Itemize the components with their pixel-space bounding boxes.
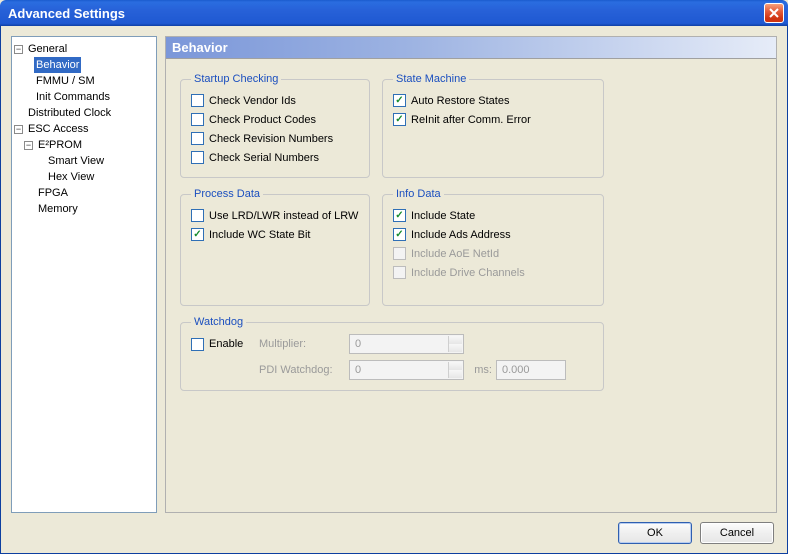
collapse-icon[interactable]: − [24,141,33,150]
chk-watchdog-enable[interactable]: Enable [191,335,259,354]
group-process-legend: Process Data [191,188,263,200]
group-watchdog-legend: Watchdog [191,316,246,328]
checkbox-icon [191,151,204,164]
group-watchdog: Watchdog Enable Multiplier: 0 PDI Watchd… [180,316,604,391]
tree-item-hexview[interactable]: Hex View [14,169,154,185]
chk-include-aoe: Include AoE NetId [393,244,593,263]
checkbox-icon: ✓ [393,209,406,222]
checkbox-icon [191,113,204,126]
input-ms: 0.000 [496,360,566,380]
content-panel: Behavior Startup Checking Check Vendor I… [165,36,777,513]
panel-title: Behavior [166,37,776,59]
ok-button[interactable]: OK [618,522,692,544]
close-icon [769,8,779,18]
cancel-button[interactable]: Cancel [700,522,774,544]
tree-item-behavior[interactable]: Behavior [14,57,154,73]
chk-product[interactable]: Check Product Codes [191,110,359,129]
chk-serial[interactable]: Check Serial Numbers [191,148,359,167]
group-startup-legend: Startup Checking [191,73,281,85]
tree-item-fpga[interactable]: FPGA [14,185,154,201]
group-state: State Machine ✓Auto Restore States ✓ReIn… [382,73,604,178]
tree-item-smartview[interactable]: Smart View [14,153,154,169]
collapse-icon[interactable]: − [14,45,23,54]
checkbox-icon [191,338,204,351]
checkbox-icon [191,94,204,107]
tree-item-eeprom[interactable]: −E²PROM [14,137,154,153]
chk-wc[interactable]: ✓Include WC State Bit [191,225,359,244]
window-title: Advanced Settings [8,6,125,21]
chk-lrd[interactable]: Use LRD/LWR instead of LRW [191,206,359,225]
label-ms: ms: [464,364,496,376]
checkbox-icon [393,247,406,260]
input-multiplier: 0 [349,334,464,354]
checkbox-icon [191,209,204,222]
group-info-legend: Info Data [393,188,444,200]
checkbox-icon: ✓ [191,228,204,241]
tree-item-memory[interactable]: Memory [14,201,154,217]
checkbox-icon: ✓ [393,113,406,126]
chk-include-state[interactable]: ✓Include State [393,206,593,225]
checkbox-icon [191,132,204,145]
tree-item-fmmu[interactable]: FMMU / SM [14,73,154,89]
tree-item-esc[interactable]: −ESC Access [14,121,154,137]
chk-include-ads[interactable]: ✓Include Ads Address [393,225,593,244]
tree-item-general[interactable]: −General [14,41,154,57]
chk-vendor[interactable]: Check Vendor Ids [191,91,359,110]
chk-include-drive: Include Drive Channels [393,263,593,282]
group-state-legend: State Machine [393,73,469,85]
checkbox-icon: ✓ [393,94,406,107]
button-bar: OK Cancel [618,522,774,544]
group-info: Info Data ✓Include State ✓Include Ads Ad… [382,188,604,306]
group-startup: Startup Checking Check Vendor Ids Check … [180,73,370,178]
close-button[interactable] [764,3,784,23]
collapse-icon[interactable]: − [14,125,23,134]
chk-reinit[interactable]: ✓ReInit after Comm. Error [393,110,593,129]
nav-tree[interactable]: −General Behavior FMMU / SM Init Command… [11,36,157,513]
chk-revision[interactable]: Check Revision Numbers [191,129,359,148]
tree-item-init[interactable]: Init Commands [14,89,154,105]
tree-item-distclock[interactable]: Distributed Clock [14,105,154,121]
titlebar[interactable]: Advanced Settings [0,0,788,26]
label-multiplier: Multiplier: [259,338,349,350]
group-process: Process Data Use LRD/LWR instead of LRW … [180,188,370,306]
input-pdi: 0 [349,360,464,380]
label-pdi: PDI Watchdog: [259,364,349,376]
checkbox-icon [393,266,406,279]
chk-auto-restore[interactable]: ✓Auto Restore States [393,91,593,110]
checkbox-icon: ✓ [393,228,406,241]
